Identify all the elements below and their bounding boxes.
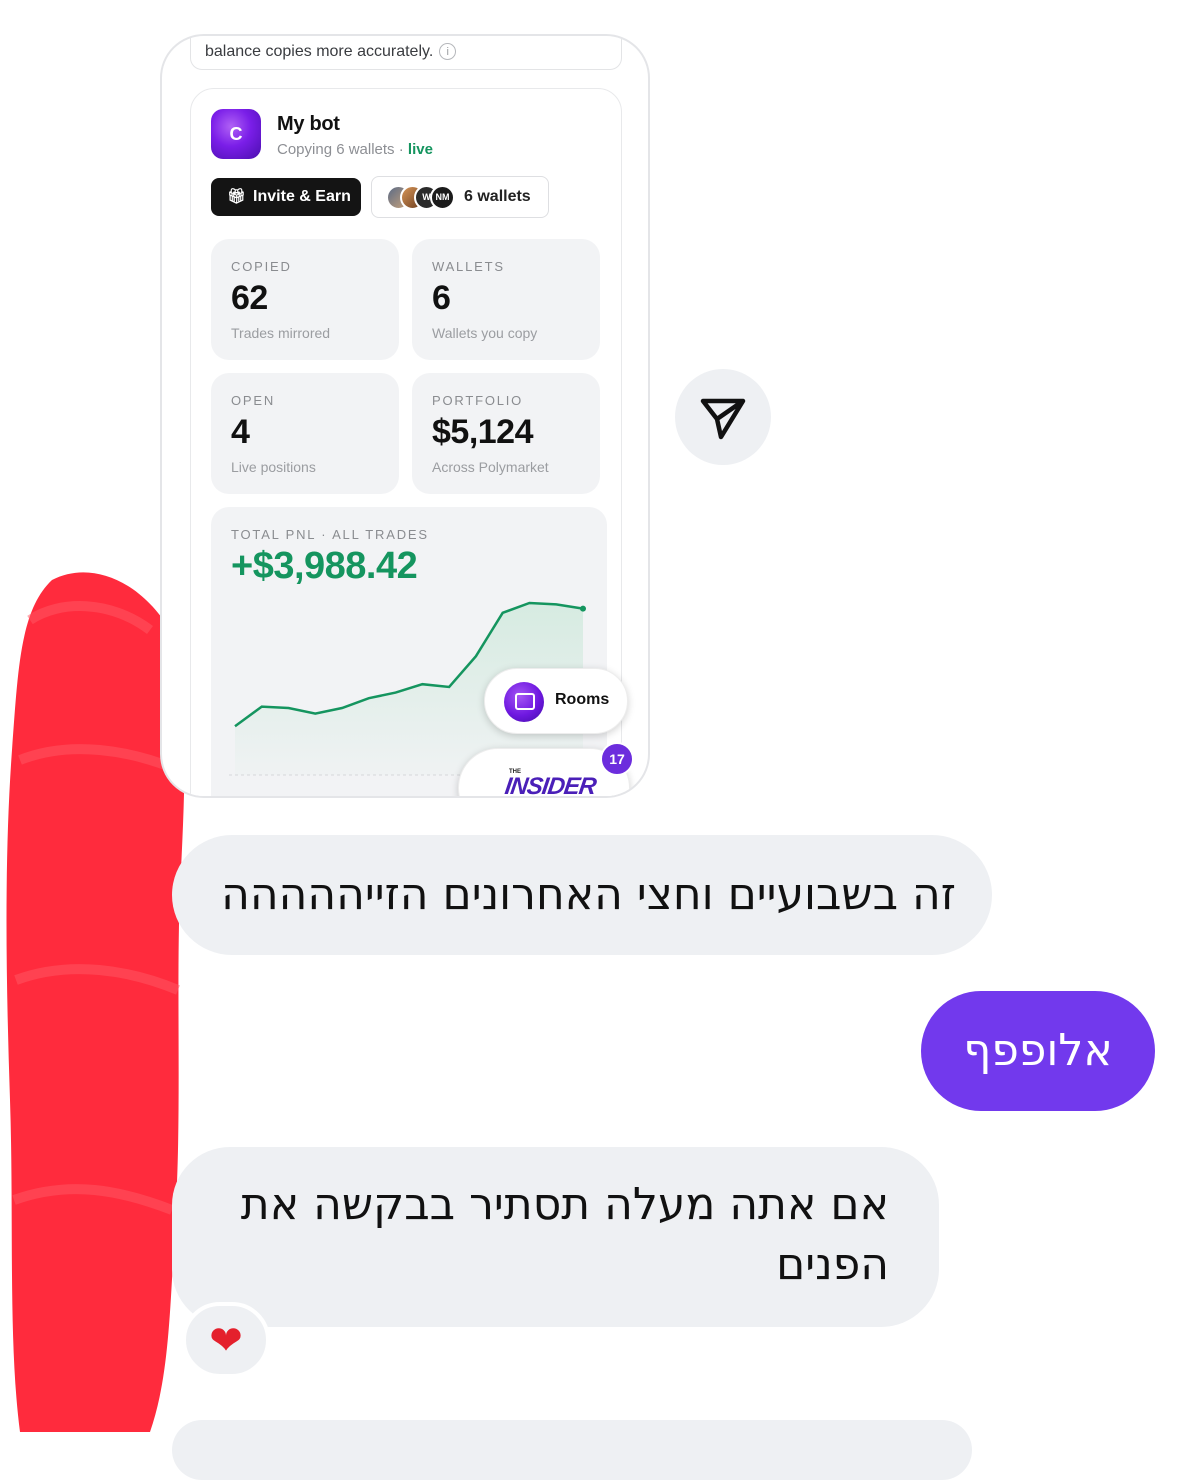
stat-caption: Trades mirrored	[231, 325, 331, 341]
stat-copied: COPIED 62 Trades mirrored	[211, 239, 399, 360]
send-icon	[700, 398, 746, 440]
stat-caption: Across Polymarket	[432, 459, 549, 475]
insider-logo: INSIDER	[503, 773, 598, 798]
incoming-message-partial[interactable]	[172, 1420, 972, 1480]
stat-value: 4	[231, 413, 250, 451]
stat-portfolio: PORTFOLIO $5,124 Across Polymarket	[412, 373, 600, 494]
incoming-message[interactable]: זה בשבועיים וחצי האחרונים הזייההההה	[172, 835, 992, 955]
bot-avatar: C	[211, 109, 261, 159]
info-icon: i	[439, 43, 457, 61]
stat-open: OPEN 4 Live positions	[211, 373, 399, 494]
live-label: live	[407, 141, 433, 158]
share-button[interactable]	[675, 369, 771, 465]
chat-icon	[504, 682, 544, 722]
stat-caption: Wallets you copy	[432, 325, 538, 341]
bot-subtitle: Copying 6 wallets · live	[277, 141, 433, 158]
wallet-avatar: NM	[430, 185, 455, 210]
wallets-button[interactable]: W NM 6 wallets	[371, 176, 549, 218]
invite-earn-label: Invite & Earn	[253, 188, 351, 205]
bot-subtitle-text: Copying 6 wallets ·	[277, 141, 404, 158]
stat-value: $5,124	[432, 413, 534, 451]
invite-earn-button[interactable]: 🎁︎ Invite & Earn	[211, 178, 361, 216]
rooms-label: Rooms	[555, 691, 610, 708]
rooms-button[interactable]: Rooms	[484, 668, 628, 734]
info-strip: balance copies more accurately. i	[190, 36, 622, 70]
wallets-button-label: 6 wallets	[464, 188, 531, 205]
gift-icon: 🎁︎	[227, 188, 247, 205]
stat-label: COPIED	[231, 259, 292, 274]
stat-wallets: WALLETS 6 Wallets you copy	[412, 239, 600, 360]
info-text: balance copies more accurately.	[205, 43, 434, 60]
notification-badge: 17	[600, 742, 634, 776]
shared-screenshot[interactable]: balance copies more accurately. i C My bo…	[160, 34, 650, 798]
heart-reaction[interactable]: ❤	[182, 1302, 270, 1378]
incoming-message[interactable]: אם אתה מעלה תסתיר בבקשה את הפנים	[172, 1147, 939, 1327]
outgoing-message[interactable]: אלופפף	[921, 991, 1155, 1111]
stat-label: WALLETS	[432, 259, 505, 274]
stat-label: PORTFOLIO	[432, 393, 524, 408]
stat-label: OPEN	[231, 393, 276, 408]
stat-value: 62	[231, 279, 268, 317]
stat-value: 6	[432, 279, 451, 317]
stat-caption: Live positions	[231, 459, 316, 475]
pnl-end-point	[580, 605, 586, 612]
bot-name: My bot	[277, 113, 340, 135]
